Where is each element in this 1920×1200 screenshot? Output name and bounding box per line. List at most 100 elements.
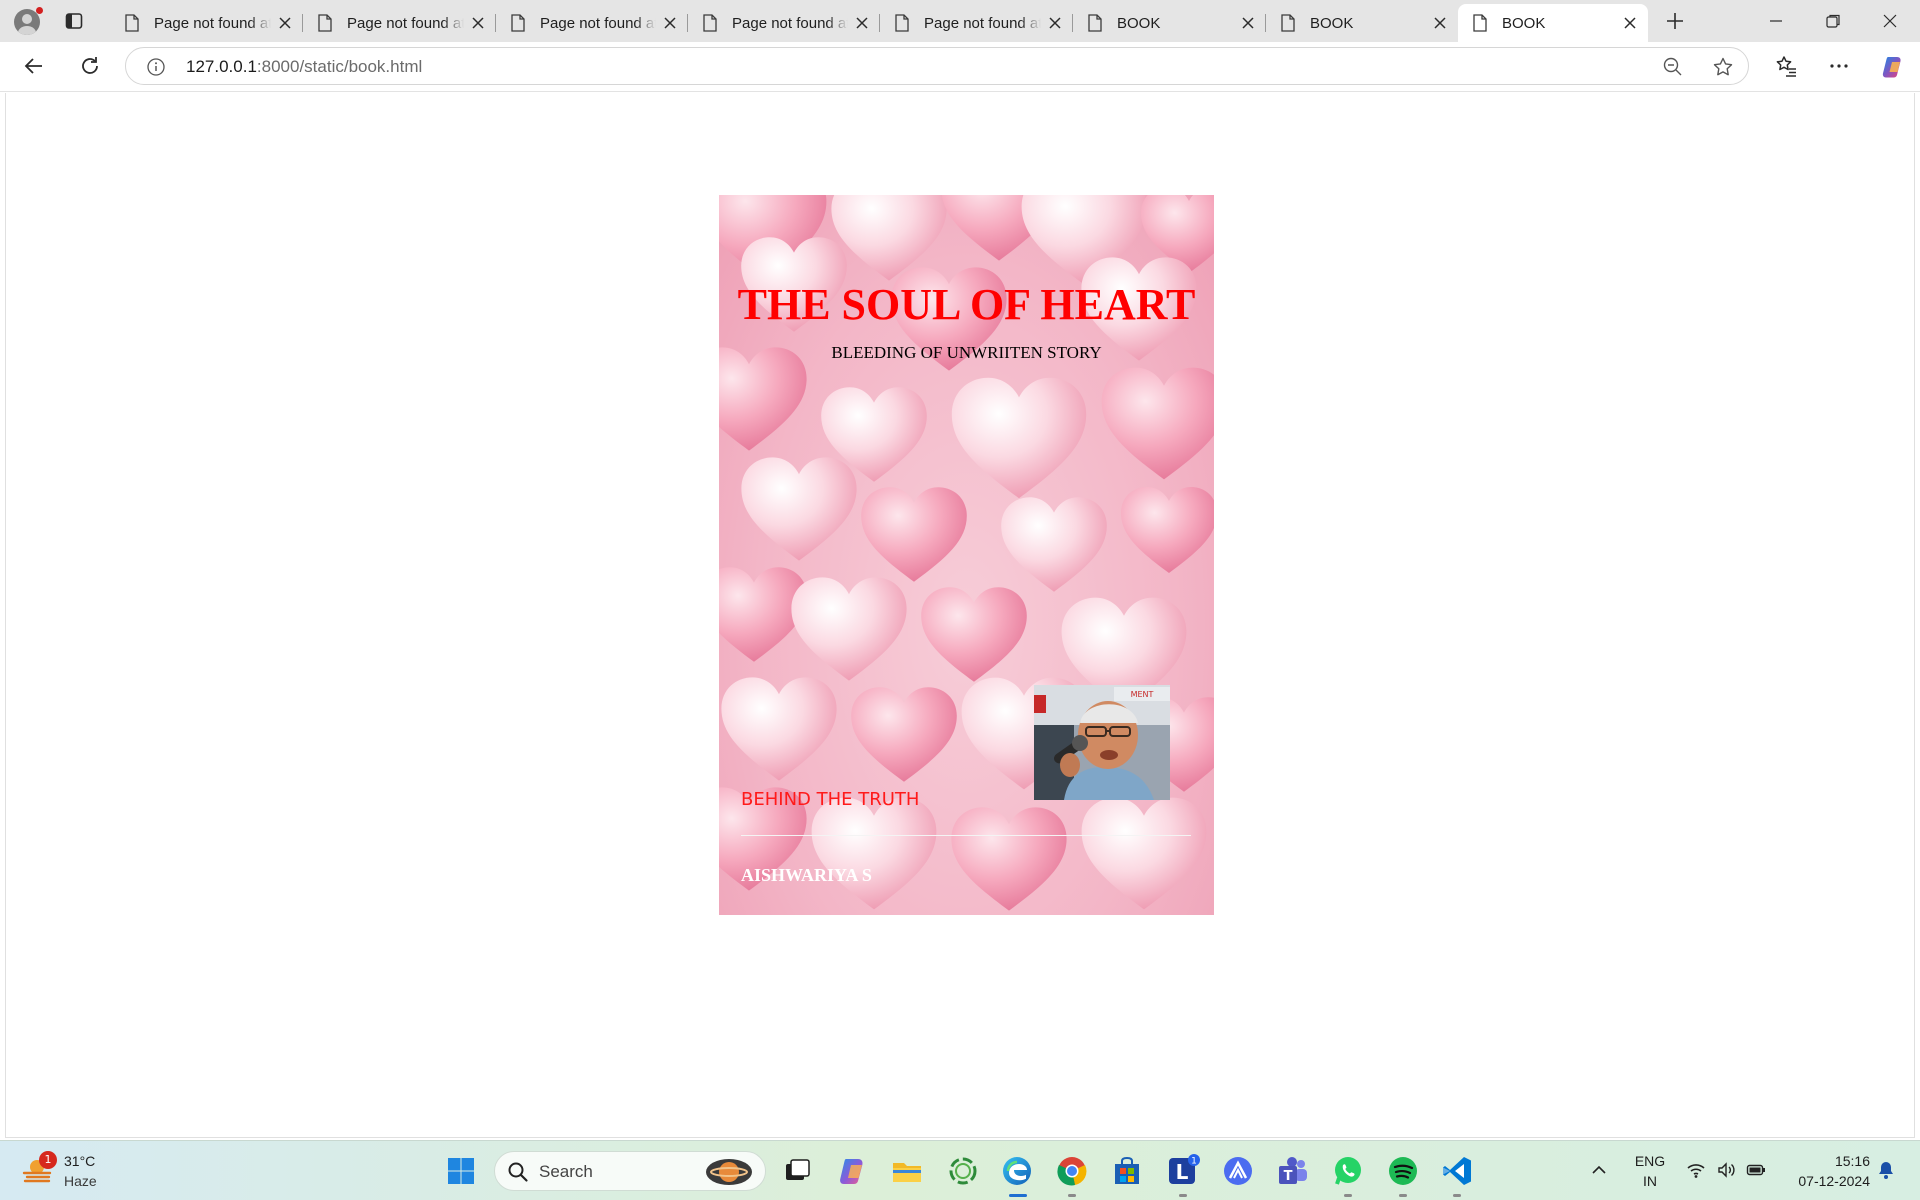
close-tab-icon[interactable] — [1432, 15, 1448, 31]
cover-divider — [741, 835, 1191, 836]
browser-tab[interactable]: Page not found at /static/book.html — [688, 4, 880, 42]
teams-icon[interactable]: T — [1276, 1154, 1310, 1188]
close-tab-icon[interactable] — [854, 15, 870, 31]
refresh-app-icon[interactable] — [946, 1154, 980, 1188]
close-tab-icon[interactable] — [277, 15, 293, 31]
close-tab-icon[interactable] — [662, 15, 678, 31]
url-text[interactable]: 127.0.0.1:8000/static/book.html — [186, 57, 422, 77]
battery-icon[interactable] — [1746, 1160, 1766, 1180]
tab-title: Page not found at /static/book.html — [154, 14, 271, 32]
weather-widget[interactable]: 1 31°C Haze — [22, 1151, 152, 1193]
page-icon — [125, 14, 139, 32]
l-app-icon[interactable]: L1 — [1166, 1154, 1200, 1188]
book-subtitle: BLEEDING OF UNWRIITEN STORY — [831, 343, 1102, 362]
browser-toolbar: 127.0.0.1:8000/static/book.html — [0, 42, 1920, 92]
tab-title: Page not found at /static/book.html — [347, 14, 464, 32]
book-title: THE SOUL OF HEART — [737, 280, 1196, 329]
tab-actions-icon[interactable] — [64, 11, 84, 31]
browser-tab[interactable]: Page not found at /static/book.html — [303, 4, 496, 42]
close-tab-icon[interactable] — [1047, 15, 1063, 31]
svg-text:T: T — [1284, 1169, 1293, 1184]
address-bar[interactable]: 127.0.0.1:8000/static/book.html — [125, 47, 1749, 85]
weather-temperature: 31°C — [64, 1153, 96, 1169]
new-tab-button[interactable] — [1664, 10, 1686, 32]
browser-tab[interactable]: Page not found at /static/book.html — [880, 4, 1073, 42]
browser-tab[interactable]: BOOK — [1458, 4, 1648, 42]
favorites-list-icon[interactable] — [1774, 54, 1798, 78]
notification-bell-icon[interactable] — [1876, 1160, 1896, 1180]
wifi-icon[interactable] — [1686, 1160, 1706, 1180]
zoom-out-icon[interactable] — [1662, 56, 1684, 78]
tab-strip: Page not found at /static/book.html Page … — [0, 0, 1920, 42]
svg-text:MENT: MENT — [1131, 690, 1154, 699]
file-explorer-icon[interactable] — [890, 1154, 924, 1188]
weather-alert-badge: 1 — [39, 1151, 57, 1169]
search-placeholder: Search — [539, 1162, 593, 1181]
weather-condition: Haze — [64, 1173, 97, 1189]
browser-tab[interactable]: Page not found at /static/book.html — [496, 4, 688, 42]
taskbar-search-box[interactable]: Search — [494, 1151, 766, 1191]
clock-date: 07-12-2024 — [1798, 1173, 1870, 1189]
input-language[interactable]: ENG IN — [1630, 1151, 1670, 1191]
favorite-star-icon[interactable] — [1712, 56, 1734, 78]
restore-icon[interactable] — [1823, 11, 1843, 31]
author-photo: MENT — [1034, 685, 1170, 800]
vscode-icon[interactable] — [1440, 1154, 1474, 1188]
search-icon — [507, 1161, 529, 1183]
spotify-icon[interactable] — [1386, 1154, 1420, 1188]
close-tab-icon[interactable] — [1240, 15, 1256, 31]
page-icon — [318, 14, 332, 32]
chrome-icon[interactable] — [1055, 1154, 1089, 1188]
task-view-icon[interactable] — [780, 1154, 814, 1188]
tab-title: Page not found at /static/book.html — [540, 14, 656, 32]
page-icon — [511, 14, 525, 32]
tab-title: Page not found at /static/book.html — [732, 14, 848, 32]
profile-notification-dot — [36, 7, 43, 14]
close-tab-icon[interactable] — [1622, 15, 1638, 31]
refresh-icon[interactable] — [78, 54, 102, 78]
svg-text:L: L — [1176, 1160, 1189, 1184]
back-arrow-icon[interactable] — [22, 54, 46, 78]
copilot-sidebar-icon[interactable] — [1880, 54, 1906, 80]
clock-time: 15:16 — [1834, 1153, 1870, 1169]
show-hidden-icons-chevron-icon[interactable] — [1590, 1161, 1608, 1179]
system-clock[interactable]: 15:16 07-12-2024 — [1770, 1151, 1870, 1191]
browser-tab[interactable]: Page not found at /static/book.html — [110, 4, 303, 42]
page-icon — [1473, 14, 1487, 32]
whatsapp-icon[interactable] — [1331, 1154, 1365, 1188]
close-tab-icon[interactable] — [470, 15, 486, 31]
language-region: IN — [1643, 1173, 1657, 1189]
vscode-running-indicator — [1453, 1194, 1461, 1197]
store-icon[interactable] — [1110, 1154, 1144, 1188]
tab-title: BOOK — [1310, 14, 1354, 32]
more-options-icon[interactable] — [1827, 54, 1851, 78]
book-tagline: BEHIND THE TRUTH — [741, 789, 920, 810]
copilot-icon[interactable] — [836, 1154, 870, 1188]
language-code: ENG — [1634, 1153, 1666, 1169]
url-host: 127.0.0.1 — [186, 57, 257, 76]
page-icon — [1088, 14, 1102, 32]
minimize-icon[interactable] — [1766, 11, 1786, 31]
chrome-running-indicator — [1068, 1194, 1076, 1197]
site-info-icon[interactable] — [146, 57, 166, 77]
browser-tab[interactable]: BOOK — [1266, 4, 1458, 42]
spotify-running-indicator — [1399, 1194, 1407, 1197]
page-icon — [895, 14, 909, 32]
tab-title: BOOK — [1502, 14, 1546, 32]
l-app-running-indicator — [1179, 1194, 1187, 1197]
page-icon — [703, 14, 717, 32]
edge-active-indicator — [1009, 1194, 1027, 1197]
close-window-icon[interactable] — [1880, 11, 1900, 31]
edge-icon[interactable] — [1000, 1154, 1034, 1188]
l-app-badge: 1 — [1191, 1157, 1197, 1167]
volume-icon[interactable] — [1716, 1160, 1736, 1180]
book-cover: THE SOUL OF HEART BLEEDING OF UNWRIITEN … — [719, 195, 1214, 915]
search-highlight-icon — [705, 1158, 753, 1186]
tab-title: BOOK — [1117, 14, 1161, 32]
arc-app-icon[interactable] — [1221, 1154, 1255, 1188]
url-path: :8000/static/book.html — [256, 57, 423, 76]
author-name: AISHWARIYA S — [741, 865, 872, 885]
whatsapp-running-indicator — [1344, 1194, 1352, 1197]
browser-tab[interactable]: BOOK — [1073, 4, 1266, 42]
start-icon[interactable] — [447, 1157, 475, 1185]
